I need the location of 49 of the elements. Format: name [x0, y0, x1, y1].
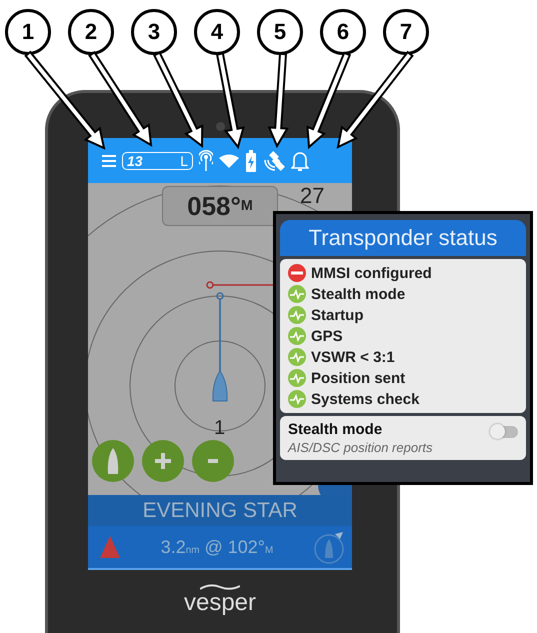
pulse-icon [288, 348, 306, 366]
status-label: Stealth mode [311, 286, 406, 302]
pulse-icon [288, 285, 306, 303]
callout-number: 6 [320, 9, 366, 55]
wave-icon [200, 584, 240, 591]
callout-number: 7 [383, 9, 429, 55]
pulse-icon [288, 390, 306, 408]
compass-icon[interactable] [314, 530, 344, 564]
pulse-icon [288, 327, 306, 345]
pulse-icon [288, 306, 306, 324]
target-line [206, 281, 273, 289]
satellite-icon[interactable] [263, 150, 285, 172]
toggle-switch[interactable] [492, 426, 518, 438]
status-label: GPS [311, 328, 343, 344]
triangle-icon [100, 536, 120, 558]
status-label: Position sent [311, 370, 406, 386]
wifi-icon[interactable] [219, 154, 239, 168]
boat-button[interactable] [92, 440, 134, 482]
camera-lens [216, 122, 225, 131]
channel-mode: L [180, 152, 188, 168]
brand-logo: vesper [184, 591, 256, 615]
setting-label: Stealth mode [288, 421, 384, 438]
minus-icon [205, 459, 221, 463]
callout-number: 2 [68, 9, 114, 55]
status-label: VSWR < 3:1 [311, 348, 395, 366]
battery-icon[interactable] [245, 150, 257, 172]
zoom-out-button[interactable] [192, 440, 234, 482]
popup-title: Transponder status [280, 220, 526, 256]
speed-readout: 27 [300, 185, 324, 207]
vessel-name: EVENING STAR [88, 495, 352, 526]
callout-number: 3 [131, 9, 177, 55]
antenna-icon[interactable] [199, 150, 213, 172]
boat-icon [105, 448, 121, 474]
callout-number: 4 [194, 9, 240, 55]
plus-icon [155, 453, 171, 469]
range-label: 1 [214, 417, 226, 440]
error-icon [288, 264, 306, 282]
menu-icon[interactable] [102, 154, 116, 166]
status-label: MMSI configured [311, 264, 432, 282]
callout-number: 5 [257, 9, 303, 55]
bell-icon[interactable] [291, 150, 309, 172]
callout-number: 1 [5, 9, 51, 55]
channel-number: 13 [127, 152, 143, 168]
zoom-in-button[interactable] [142, 440, 184, 482]
pulse-icon [288, 369, 306, 387]
setting-description: AIS/DSC position reports [288, 440, 433, 455]
boat-icon [212, 370, 228, 402]
status-label: Systems check [311, 390, 420, 408]
status-label: Startup [311, 306, 364, 324]
